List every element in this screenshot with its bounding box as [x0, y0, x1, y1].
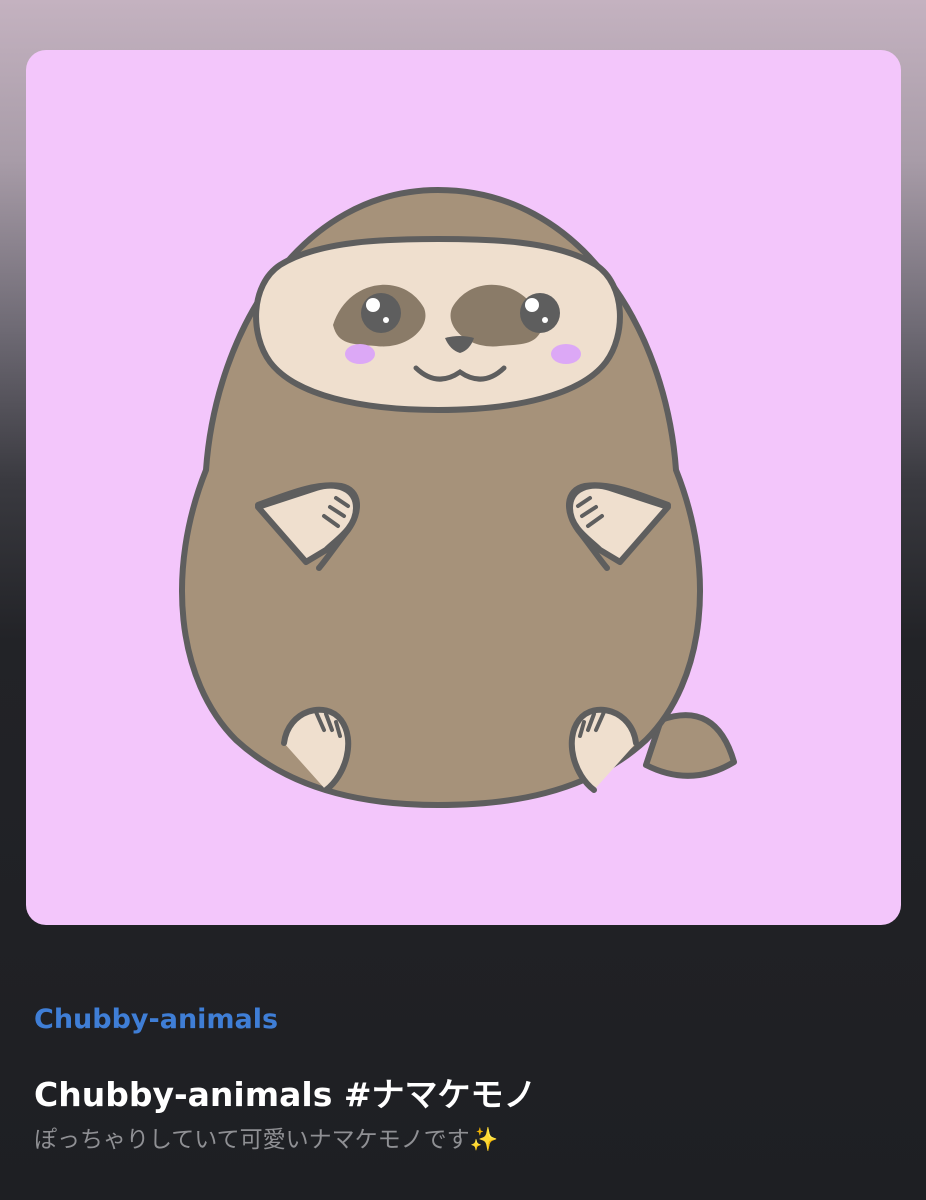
left-cheek — [345, 344, 375, 364]
collection-link[interactable]: Chubby-animals — [34, 1004, 278, 1035]
item-description: ぽっちゃりしていて可愛いナマケモノです✨ — [34, 1127, 499, 1153]
item-title: Chubby-animals #ナマケモノ — [34, 1075, 537, 1114]
nft-image[interactable] — [26, 50, 901, 925]
sloth-illustration — [26, 50, 901, 925]
sloth-face — [253, 235, 623, 414]
right-cheek — [551, 344, 581, 364]
